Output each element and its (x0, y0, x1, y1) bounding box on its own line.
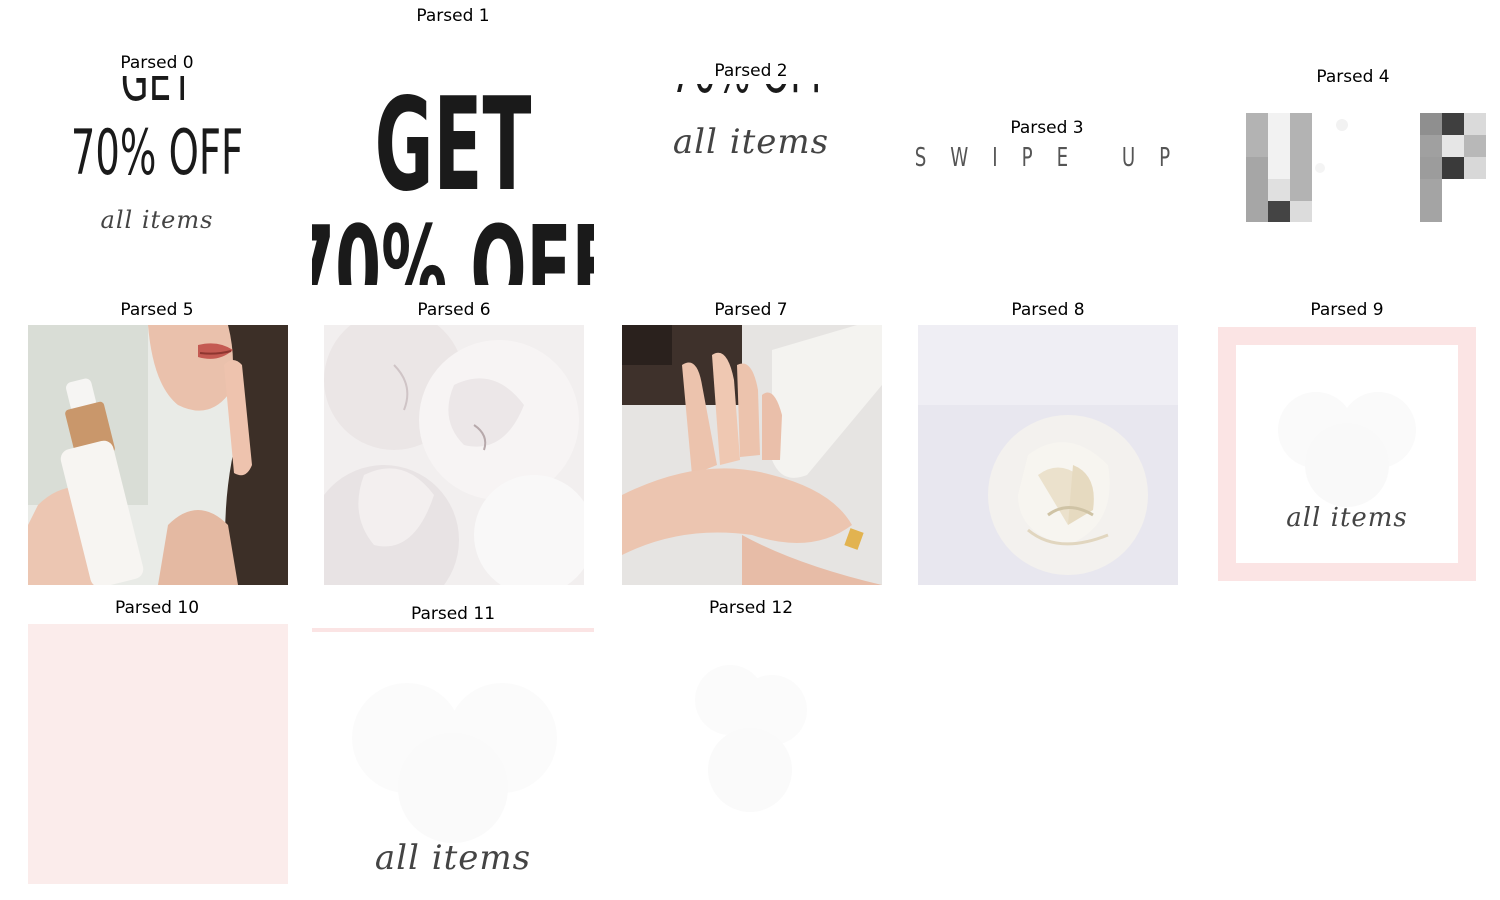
all-items-text: all items (1286, 503, 1408, 533)
panel-parsed-8: Parsed 8 (916, 296, 1180, 588)
panel-caption: Parsed 5 (120, 300, 194, 320)
inner-white-card: all items (1236, 345, 1458, 563)
white-flower-lavender-photo (918, 325, 1178, 585)
all-items-text: all items (374, 838, 532, 878)
parsed-6-image (324, 325, 584, 585)
discount-text: 70% OFF (70, 116, 244, 189)
panel-parsed-5: Parsed 5 (26, 296, 288, 588)
panel-caption: Parsed 2 (714, 61, 788, 81)
panel-caption: Parsed 1 (416, 6, 490, 26)
panel-parsed-10: Parsed 10 (26, 596, 288, 888)
panel-parsed-1: Parsed 1 GET 70% OFF (312, 0, 594, 290)
panel-caption: Parsed 8 (1011, 300, 1085, 320)
pixelated-letters-graphic (1246, 113, 1486, 222)
panel-caption: Parsed 10 (114, 598, 200, 618)
panel-caption: Parsed 12 (708, 598, 794, 618)
parsed-3-image: S W I P E U P (906, 141, 1188, 181)
parsed-5-image (28, 325, 288, 585)
discount-text: 70% OFF (312, 200, 594, 285)
parsed-4-image (1212, 90, 1494, 240)
parsed-11-image: all items (312, 628, 594, 884)
get-text: GET (374, 71, 532, 220)
panel-caption: Parsed 4 (1316, 67, 1390, 87)
panel-parsed-11: Parsed 11 all items (312, 596, 594, 888)
panel-parsed-7: Parsed 7 (620, 296, 882, 588)
panel-caption: Parsed 11 (410, 604, 496, 624)
discount-text: 70% OFF (670, 84, 831, 106)
panel-parsed-2: Parsed 2 70% OFF all items (620, 0, 882, 290)
panel-caption: Parsed 9 (1310, 300, 1384, 320)
swipe-up-text: S W I P E U P (914, 143, 1180, 173)
panel-caption: Parsed 0 (120, 53, 194, 73)
panel-parsed-4: Parsed 4 (1212, 0, 1494, 290)
panel-parsed-6: Parsed 6 (322, 296, 586, 588)
parsed-7-image (622, 325, 882, 585)
hands-applying-cream-photo (622, 325, 882, 585)
parsed-12-image (690, 650, 810, 830)
panel-caption: Parsed 7 (714, 300, 788, 320)
get-text: GET (120, 76, 194, 114)
panel-caption: Parsed 3 (1010, 118, 1084, 138)
panel-caption: Parsed 6 (417, 300, 491, 320)
panel-parsed-12: Parsed 12 (620, 596, 882, 888)
parsed-8-image (918, 325, 1178, 585)
parsed-0-image: GET 70% OFF all items (26, 76, 288, 246)
parsed-10-image (28, 624, 288, 884)
all-items-text: all items (100, 206, 214, 234)
faint-flower-graphic (695, 665, 807, 812)
white-peony-photo (324, 325, 584, 585)
parsed-9-image: all items (1218, 327, 1476, 581)
panel-parsed-3: Parsed 3 S W I P E U P (906, 0, 1188, 290)
woman-with-serum-bottle-photo (28, 325, 288, 585)
parsed-2-image: 70% OFF all items (620, 84, 882, 224)
panel-parsed-9: Parsed 9 all items (1212, 296, 1482, 588)
parsed-1-image: GET 70% OFF (312, 30, 594, 285)
all-items-text: all items (672, 122, 830, 162)
panel-parsed-0: Parsed 0 GET 70% OFF all items (26, 0, 288, 290)
